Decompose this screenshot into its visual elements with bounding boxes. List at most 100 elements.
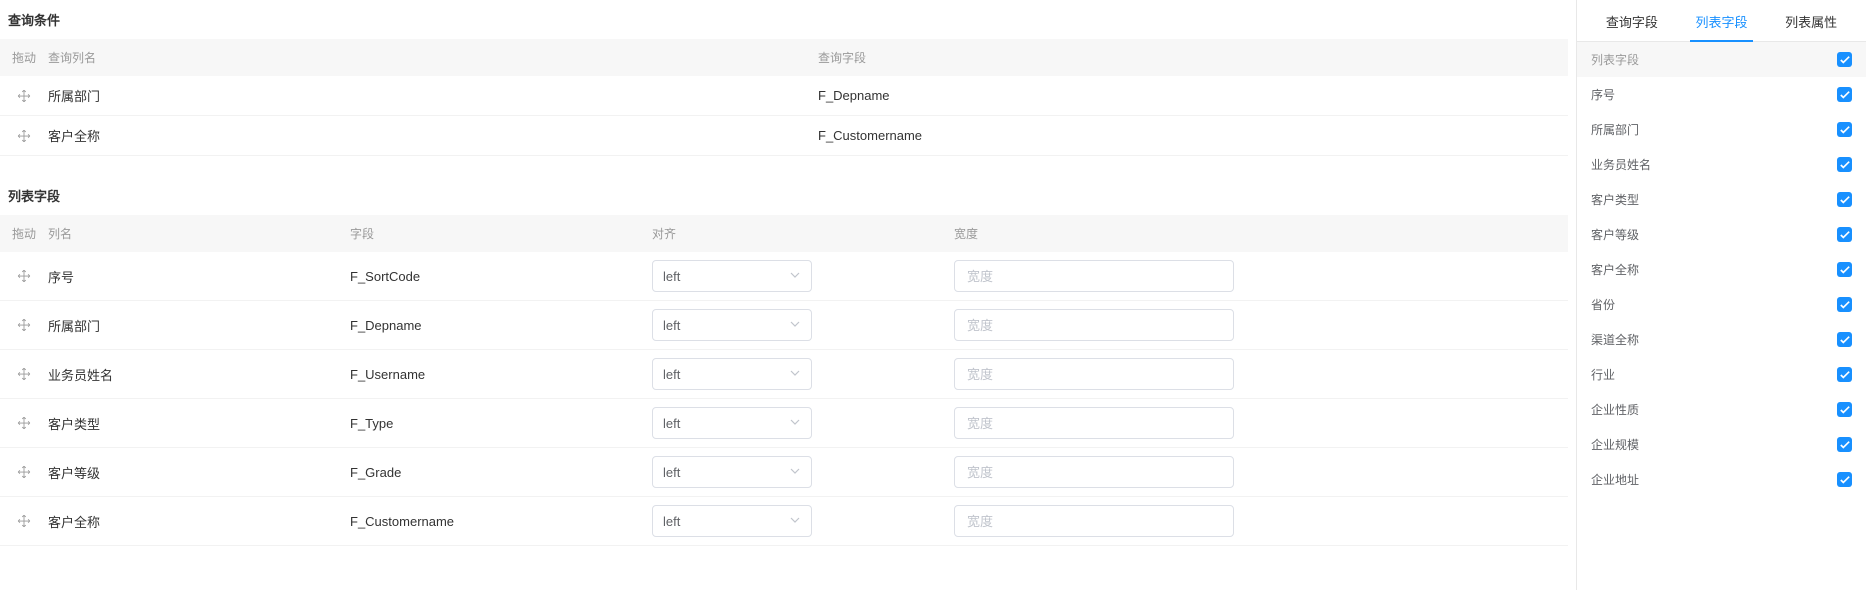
move-icon	[17, 89, 31, 103]
drag-handle[interactable]	[0, 465, 48, 479]
field-item[interactable]: 客户全称	[1577, 252, 1866, 287]
field-checkbox[interactable]	[1837, 87, 1852, 102]
field-item[interactable]: 企业地址	[1577, 462, 1866, 497]
move-icon	[17, 514, 31, 528]
field-item[interactable]: 行业	[1577, 357, 1866, 392]
list-row-field: F_Type	[350, 416, 652, 431]
field-item[interactable]: 企业规模	[1577, 427, 1866, 462]
field-checkbox[interactable]	[1837, 472, 1852, 487]
list-row-name: 所属部门	[48, 316, 350, 335]
field-item[interactable]: 所属部门	[1577, 112, 1866, 147]
list-row-align: left	[652, 309, 954, 341]
chevron-down-icon	[789, 416, 801, 428]
query-table-header: 拖动 查询列名 查询字段	[0, 39, 1568, 76]
list-section-title: 列表字段	[0, 176, 1568, 215]
drag-handle[interactable]	[0, 318, 48, 332]
align-select[interactable]: left	[652, 456, 812, 488]
align-value: left	[663, 465, 680, 480]
field-list-header-label: 列表字段	[1591, 51, 1639, 68]
query-row-name: 客户全称	[48, 126, 818, 145]
field-item-label: 序号	[1591, 86, 1615, 103]
field-checkbox[interactable]	[1837, 122, 1852, 137]
width-input[interactable]	[954, 260, 1234, 292]
move-icon	[17, 416, 31, 430]
field-checkbox[interactable]	[1837, 367, 1852, 382]
header-query-field: 查询字段	[818, 49, 1568, 66]
move-icon	[17, 269, 31, 283]
align-select[interactable]: left	[652, 260, 812, 292]
field-item-label: 行业	[1591, 366, 1615, 383]
align-select[interactable]: left	[652, 407, 812, 439]
drag-handle[interactable]	[0, 89, 48, 103]
list-row-width	[954, 407, 1256, 439]
field-checkbox[interactable]	[1837, 297, 1852, 312]
field-item[interactable]: 客户类型	[1577, 182, 1866, 217]
field-item-label: 省份	[1591, 296, 1615, 313]
check-icon	[1840, 440, 1850, 450]
field-item-label: 客户全称	[1591, 261, 1639, 278]
header-list-field: 字段	[350, 225, 652, 242]
list-row-field: F_Username	[350, 367, 652, 382]
check-icon	[1840, 475, 1850, 485]
list-row: 客户类型F_Type left	[0, 399, 1568, 448]
tab-list-fields[interactable]: 列表字段	[1677, 0, 1767, 41]
field-item[interactable]: 渠道全称	[1577, 322, 1866, 357]
field-checkbox[interactable]	[1837, 437, 1852, 452]
drag-handle[interactable]	[0, 367, 48, 381]
field-item[interactable]: 序号	[1577, 77, 1866, 112]
check-icon	[1840, 230, 1850, 240]
drag-handle[interactable]	[0, 416, 48, 430]
align-select[interactable]: left	[652, 358, 812, 390]
select-all-checkbox[interactable]	[1837, 52, 1852, 67]
list-row-name: 客户类型	[48, 414, 350, 433]
move-icon	[17, 465, 31, 479]
field-item[interactable]: 企业性质	[1577, 392, 1866, 427]
align-value: left	[663, 318, 680, 333]
field-checkbox[interactable]	[1837, 332, 1852, 347]
list-row-field: F_Grade	[350, 465, 652, 480]
list-row: 所属部门F_Depnameleft	[0, 301, 1568, 350]
field-checkbox[interactable]	[1837, 262, 1852, 277]
field-item[interactable]: 省份	[1577, 287, 1866, 322]
field-item-label: 客户等级	[1591, 226, 1639, 243]
width-input[interactable]	[954, 407, 1234, 439]
list-row-align: left	[652, 505, 954, 537]
align-select[interactable]: left	[652, 505, 812, 537]
align-select[interactable]: left	[652, 309, 812, 341]
align-value: left	[663, 416, 680, 431]
field-checkbox[interactable]	[1837, 157, 1852, 172]
chevron-down-icon	[789, 367, 801, 379]
header-list-name: 列名	[48, 225, 350, 242]
check-icon	[1840, 90, 1850, 100]
list-row-width	[954, 260, 1256, 292]
field-item-label: 企业地址	[1591, 471, 1639, 488]
list-row-field: F_SortCode	[350, 269, 652, 284]
check-icon	[1840, 195, 1850, 205]
field-item-label: 所属部门	[1591, 121, 1639, 138]
align-value: left	[663, 269, 680, 284]
field-item[interactable]: 业务员姓名	[1577, 147, 1866, 182]
list-row: 业务员姓名F_Usernameleft	[0, 350, 1568, 399]
width-input[interactable]	[954, 309, 1234, 341]
field-item[interactable]: 客户等级	[1577, 217, 1866, 252]
list-row-align: left	[652, 407, 954, 439]
width-input[interactable]	[954, 358, 1234, 390]
field-checkbox[interactable]	[1837, 402, 1852, 417]
list-row: 客户等级F_Gradeleft	[0, 448, 1568, 497]
drag-handle[interactable]	[0, 269, 48, 283]
chevron-down-icon	[789, 514, 801, 526]
list-row-width	[954, 505, 1256, 537]
tab-query-fields[interactable]: 查询字段	[1587, 0, 1677, 41]
width-input[interactable]	[954, 456, 1234, 488]
chevron-down-icon	[789, 465, 801, 477]
tab-list-props[interactable]: 列表属性	[1766, 0, 1856, 41]
drag-handle[interactable]	[0, 129, 48, 143]
list-row-width	[954, 309, 1256, 341]
chevron-down-icon	[789, 318, 801, 330]
field-item-label: 企业规模	[1591, 436, 1639, 453]
sidebar: 查询字段 列表字段 列表属性 列表字段 序号所属部门业务员姓名客户类型客户等级客…	[1576, 0, 1866, 590]
drag-handle[interactable]	[0, 514, 48, 528]
field-checkbox[interactable]	[1837, 227, 1852, 242]
field-checkbox[interactable]	[1837, 192, 1852, 207]
width-input[interactable]	[954, 505, 1234, 537]
